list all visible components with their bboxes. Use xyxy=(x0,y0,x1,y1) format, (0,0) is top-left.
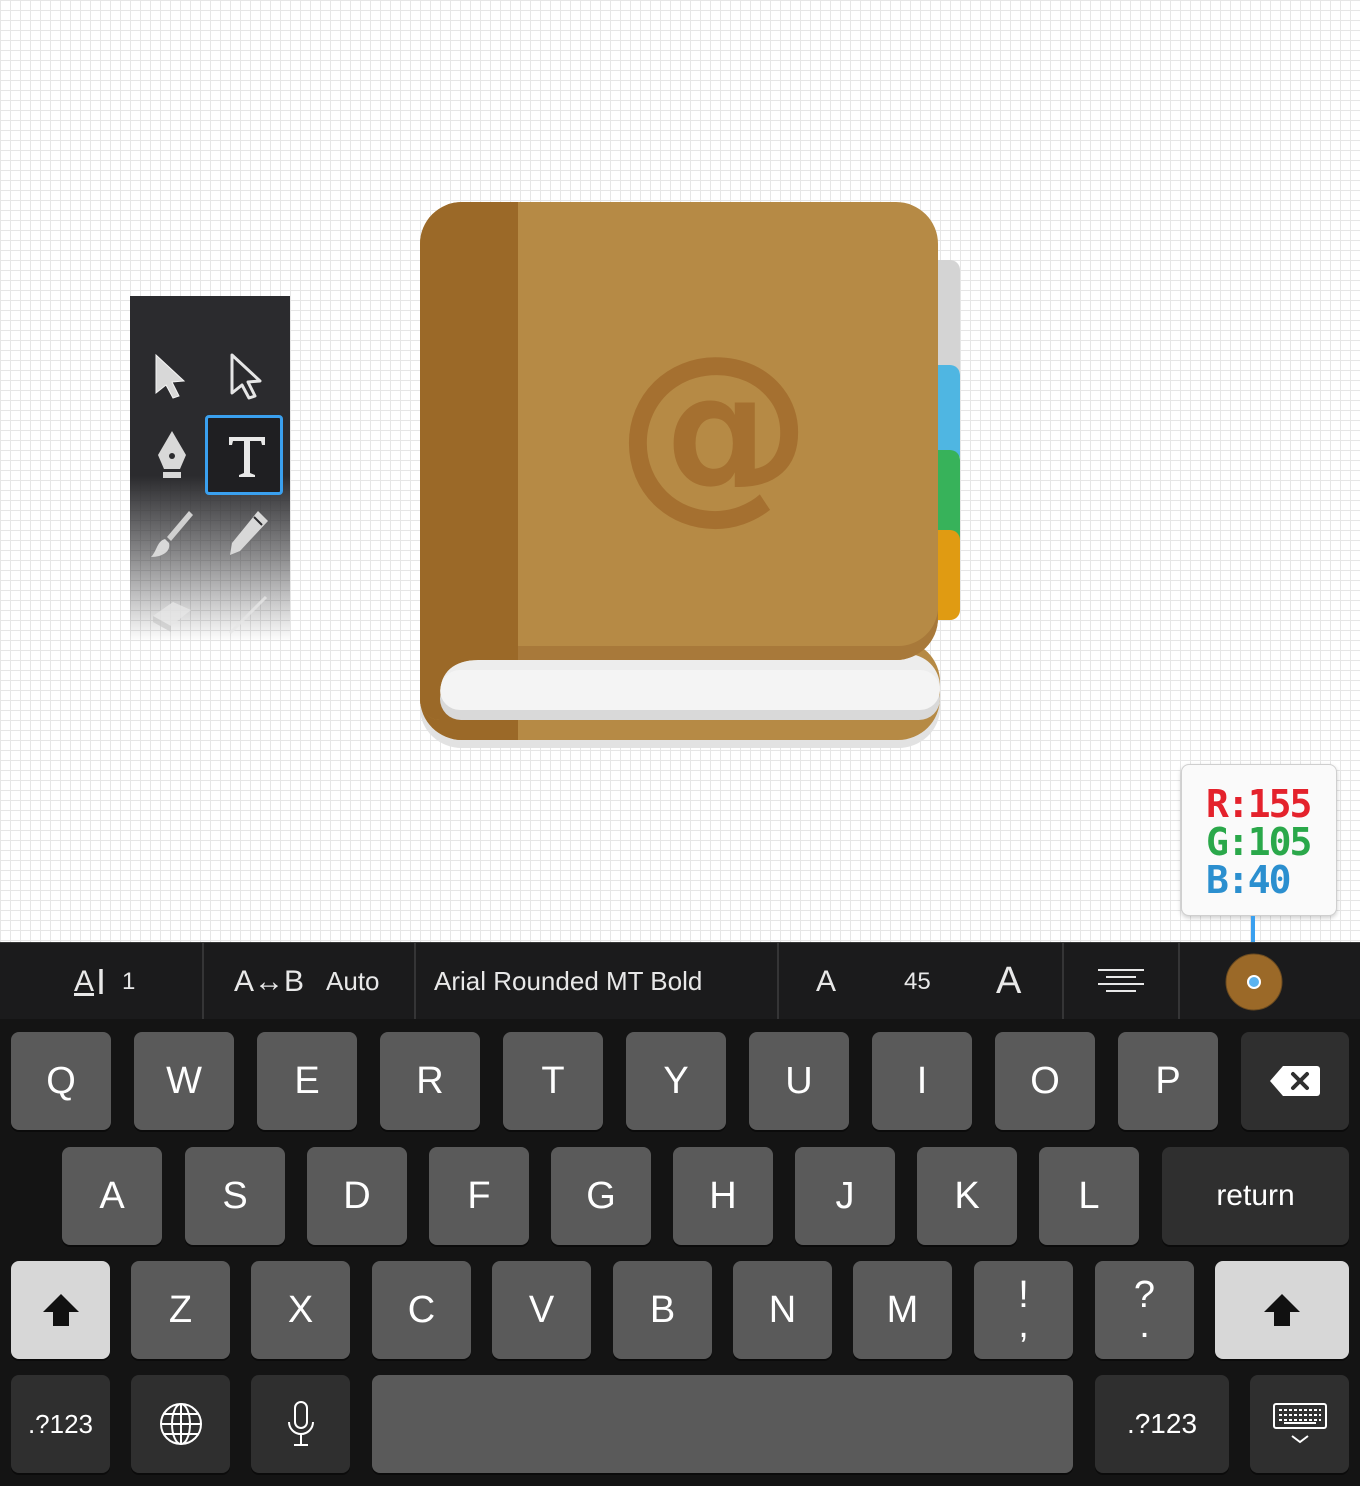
large-a-icon: A xyxy=(996,960,1022,1002)
design-canvas[interactable]: @ R:155 G:105 B:40 xyxy=(0,0,1360,960)
delete-backward-icon xyxy=(1270,1066,1320,1096)
direct-selection-tool[interactable] xyxy=(206,336,286,416)
text-alignment-button[interactable] xyxy=(1096,943,1146,1020)
key-comma-bottom: , xyxy=(1018,1304,1029,1346)
green-value: G:105 xyxy=(1206,820,1312,864)
left-shift-key[interactable] xyxy=(11,1261,110,1359)
return-key[interactable]: return xyxy=(1162,1147,1349,1245)
color-swatch-icon xyxy=(1225,953,1283,1010)
tracking-value: 1 xyxy=(122,967,136,995)
key-s[interactable]: S xyxy=(185,1147,285,1245)
increase-font-size-button[interactable]: A xyxy=(996,943,1021,1020)
key-c[interactable]: C xyxy=(372,1261,471,1359)
key-d[interactable]: D xyxy=(307,1147,407,1245)
globe-key[interactable] xyxy=(131,1375,230,1473)
microphone-icon xyxy=(287,1401,314,1446)
line-tool-icon xyxy=(228,595,268,635)
small-a-icon: A xyxy=(816,964,837,998)
key-y[interactable]: Y xyxy=(626,1032,726,1130)
key-l[interactable]: L xyxy=(1039,1147,1139,1245)
backspace-key[interactable] xyxy=(1241,1032,1349,1130)
shift-arrow-icon xyxy=(1264,1294,1300,1326)
key-e[interactable]: E xyxy=(257,1032,357,1130)
at-symbol: @ xyxy=(616,314,812,542)
address-book-illustration[interactable]: @ xyxy=(418,200,978,760)
kerning-icon: A↔B xyxy=(234,964,305,998)
pencil-tool-icon xyxy=(230,511,268,555)
brush-tool[interactable] xyxy=(132,494,212,574)
shift-arrow-icon xyxy=(42,1294,79,1326)
on-screen-keyboard: Q W E R T Y U I O P A S D F G H J K L re… xyxy=(0,1019,1360,1486)
keyboard-hide-icon xyxy=(1272,1403,1327,1444)
font-size-value[interactable]: 45 xyxy=(904,943,931,1020)
key-m[interactable]: M xyxy=(853,1261,952,1359)
globe-icon xyxy=(159,1403,202,1445)
line-tool[interactable] xyxy=(207,574,287,654)
font-family-selector[interactable]: Arial Rounded MT Bold xyxy=(434,943,702,1020)
selection-tool[interactable] xyxy=(130,336,210,416)
blue-value: B:40 xyxy=(1206,858,1292,902)
tools-palette xyxy=(130,296,290,642)
key-exclamation-comma[interactable]: ! , xyxy=(974,1261,1073,1359)
dismiss-keyboard-key[interactable] xyxy=(1250,1375,1349,1473)
key-o[interactable]: O xyxy=(995,1032,1095,1130)
font-name: Arial Rounded MT Bold xyxy=(434,966,703,996)
right-shift-key[interactable] xyxy=(1215,1261,1349,1359)
key-b[interactable]: B xyxy=(613,1261,712,1359)
book-spine xyxy=(420,202,518,720)
key-j[interactable]: J xyxy=(795,1147,895,1245)
key-f[interactable]: F xyxy=(429,1147,529,1245)
key-g[interactable]: G xyxy=(551,1147,651,1245)
key-p[interactable]: P xyxy=(1118,1032,1218,1130)
key-question-period[interactable]: ? . xyxy=(1095,1261,1194,1359)
align-center-icon xyxy=(1098,968,1144,992)
key-z[interactable]: Z xyxy=(131,1261,230,1359)
pen-tool-icon xyxy=(158,431,186,478)
decrease-font-size-button[interactable]: A xyxy=(816,943,836,1020)
tracking-icon: A I xyxy=(74,960,107,1002)
selection-tool-icon xyxy=(155,353,186,399)
brush-tool-icon xyxy=(151,511,193,557)
key-h[interactable]: H xyxy=(673,1147,773,1245)
key-r[interactable]: R xyxy=(380,1032,480,1130)
text-color-button[interactable] xyxy=(1224,943,1284,1020)
color-readout-badge: R:155 G:105 B:40 xyxy=(1181,764,1337,916)
key-k[interactable]: K xyxy=(917,1147,1017,1245)
key-u[interactable]: U xyxy=(749,1032,849,1130)
kerning-value: Auto xyxy=(326,966,380,996)
numbers-key-right[interactable]: .?123 xyxy=(1095,1375,1229,1473)
key-v[interactable]: V xyxy=(492,1261,591,1359)
key-q[interactable]: Q xyxy=(11,1032,111,1130)
direct-selection-tool-icon xyxy=(230,353,262,400)
pen-tool[interactable] xyxy=(132,416,212,496)
eraser-tool[interactable] xyxy=(132,574,212,654)
eraser-tool-icon xyxy=(153,602,191,632)
type-tool[interactable] xyxy=(207,416,287,496)
key-period-bottom: . xyxy=(1139,1304,1150,1346)
tracking-control[interactable]: A I 1 xyxy=(74,943,135,1020)
pencil-tool[interactable] xyxy=(207,494,287,574)
dictation-key[interactable] xyxy=(251,1375,350,1473)
space-bar[interactable] xyxy=(372,1375,1073,1473)
key-t[interactable]: T xyxy=(503,1032,603,1130)
key-a[interactable]: A xyxy=(62,1147,162,1245)
key-n[interactable]: N xyxy=(733,1261,832,1359)
type-tool-icon xyxy=(229,437,265,477)
key-x[interactable]: X xyxy=(251,1261,350,1359)
key-i[interactable]: I xyxy=(872,1032,972,1130)
numbers-key-left[interactable]: .?123 xyxy=(11,1375,110,1473)
red-value: R:155 xyxy=(1206,782,1312,826)
text-format-toolbar: A I 1 A↔B Auto Arial Rounded MT Bold A 4… xyxy=(0,942,1360,1020)
kerning-control[interactable]: A↔B Auto xyxy=(234,943,380,1020)
key-w[interactable]: W xyxy=(134,1032,234,1130)
